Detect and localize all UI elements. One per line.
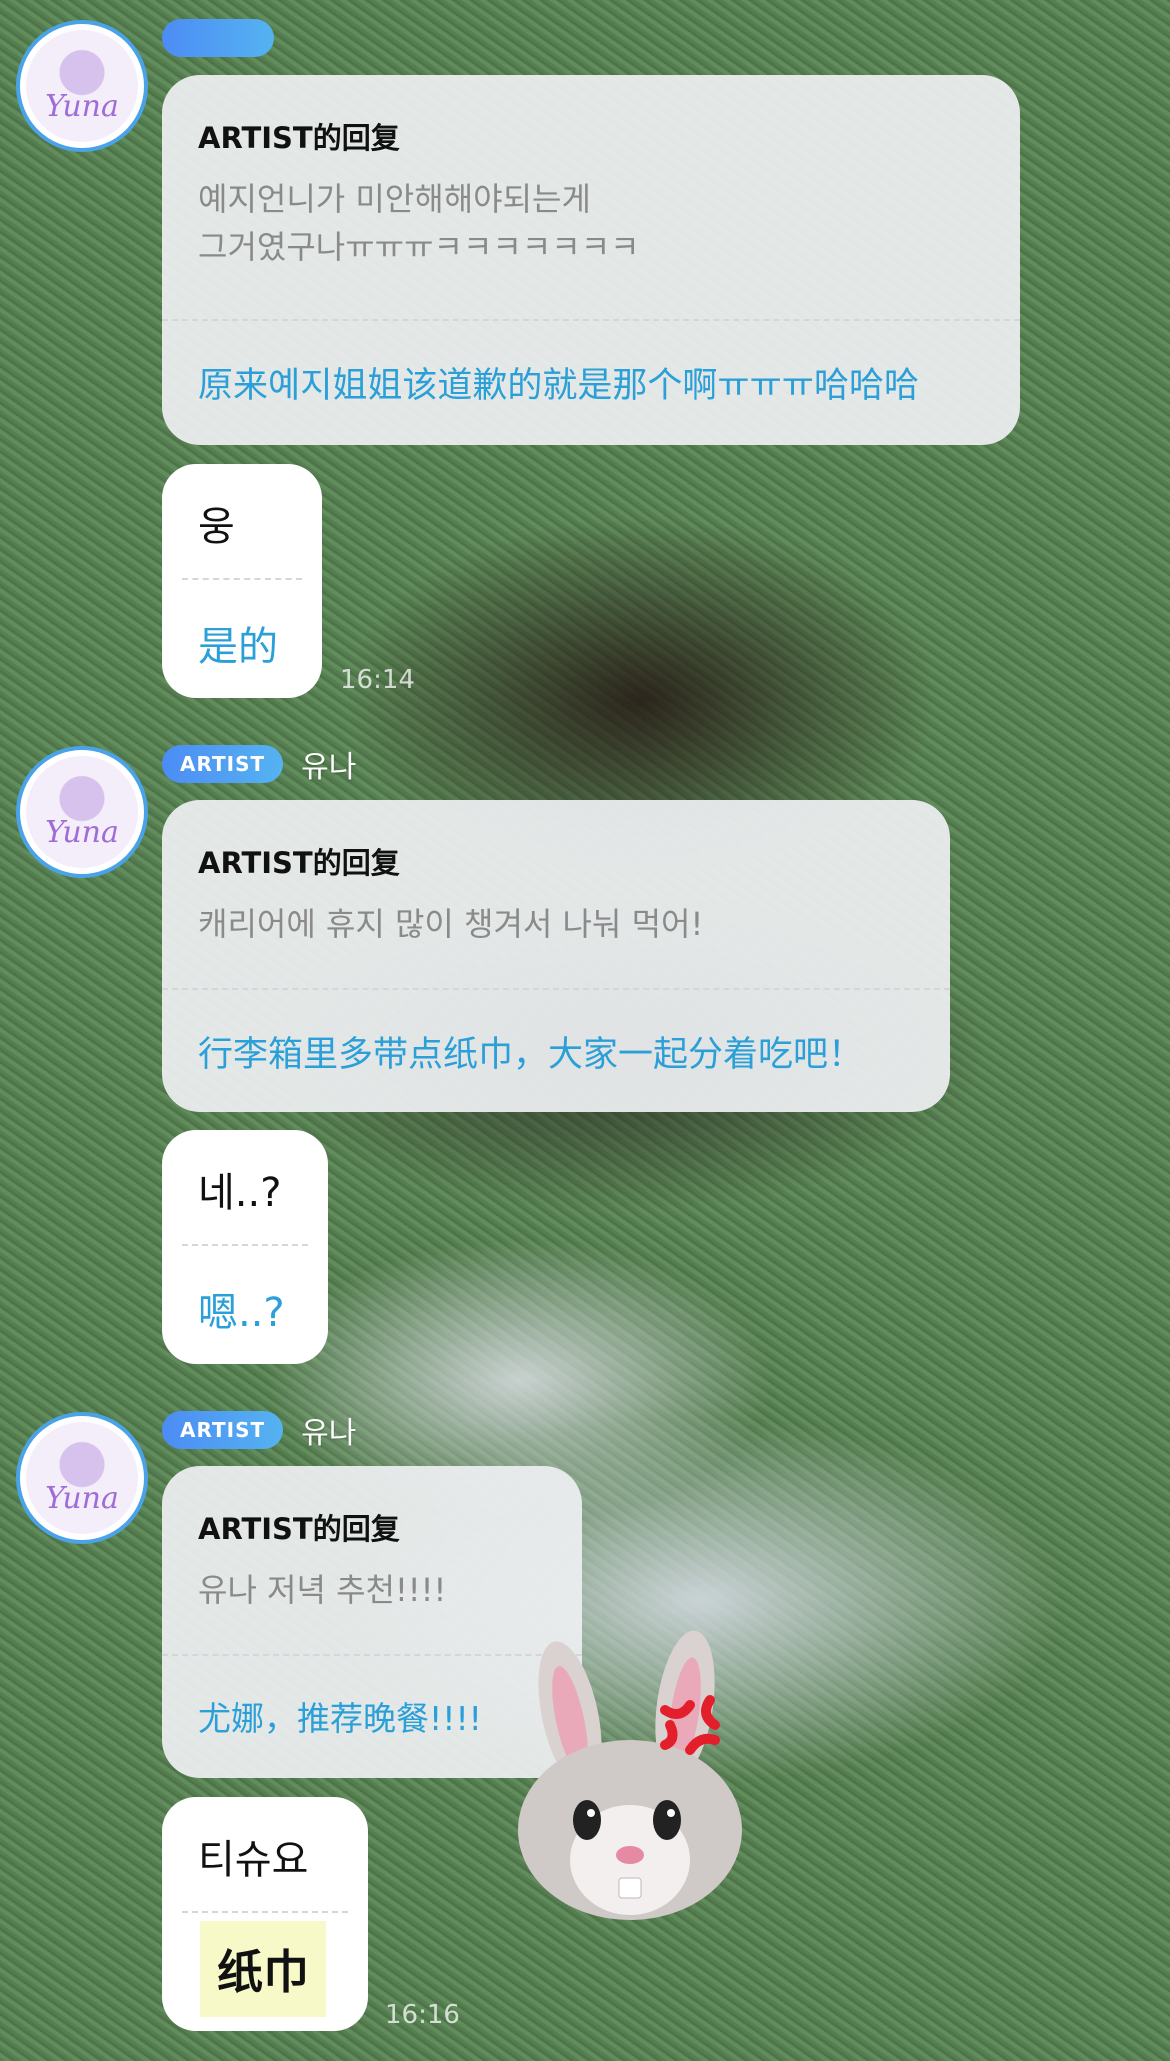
divider <box>182 1911 348 1913</box>
artist-badge: ARTIST <box>162 745 284 783</box>
message-original-text: 웅 <box>198 504 235 550</box>
avatar[interactable]: Yuna <box>16 1412 148 1544</box>
reply-translation-text: 行李箱里多带点纸巾，大家一起分着吃吧！ <box>198 1035 864 1075</box>
reply-translation-text: 尤娜，推荐晚餐!!!! <box>198 1699 482 1738</box>
message-original-text: 티슈요 <box>198 1837 309 1883</box>
message-original-text: 네..? <box>198 1170 282 1216</box>
message-bubble[interactable]: 웅 是的 <box>162 464 322 698</box>
reply-original-text: 유나 저녁 추천!!!! <box>198 1571 447 1609</box>
reply-original-text: 캐리어에 휴지 많이 챙겨서 나눠 먹어! <box>198 905 704 943</box>
message-translation-text: 是的 <box>198 624 278 670</box>
avatar-image: Yuna <box>26 30 138 142</box>
artist-badge <box>162 19 274 57</box>
avatar-image: Yuna <box>26 1422 138 1534</box>
sender-name[interactable]: 유나 <box>301 742 356 786</box>
message-translation-text: 纸巾 <box>200 1921 326 2017</box>
reply-original-text: 예지언니가 미안해해야되는게 그거였구나ㅠㅠㅠㅋㅋㅋㅋㅋㅋㅋ <box>198 180 640 266</box>
message-timestamp: 16:14 <box>340 665 415 695</box>
divider <box>162 319 1020 321</box>
sender-name[interactable]: 유나 <box>301 1408 356 1452</box>
reply-heading: ARTIST的回复 <box>198 846 400 880</box>
sender-row: ARTIST 유나 <box>162 742 356 786</box>
reply-bubble[interactable]: ARTIST的回复 캐리어에 휴지 많이 챙겨서 나눠 먹어! 行李箱里多带点纸… <box>162 800 950 1112</box>
divider <box>182 578 302 580</box>
artist-badge: ARTIST <box>162 1411 284 1449</box>
sender-row <box>162 18 274 58</box>
avatar-image: Yuna <box>26 756 138 868</box>
angry-bunny-sticker-icon[interactable] <box>515 1630 765 1930</box>
message-translation-text: 嗯..? <box>198 1290 285 1336</box>
message-bubble[interactable]: 네..? 嗯..? <box>162 1130 328 1364</box>
reply-heading: ARTIST的回复 <box>198 1512 400 1546</box>
reply-translation-text: 原来예지姐姐该道歉的就是那个啊ㅠㅠㅠ哈哈哈 <box>198 366 920 406</box>
avatar[interactable]: Yuna <box>16 20 148 152</box>
avatar[interactable]: Yuna <box>16 746 148 878</box>
divider <box>162 988 950 990</box>
divider <box>182 1244 308 1246</box>
reply-heading: ARTIST的回复 <box>198 121 400 155</box>
sender-row: ARTIST 유나 <box>162 1408 356 1452</box>
message-bubble[interactable]: 티슈요 纸巾 <box>162 1797 368 2031</box>
reply-bubble[interactable]: ARTIST的回复 예지언니가 미안해해야되는게 그거였구나ㅠㅠㅠㅋㅋㅋㅋㅋㅋㅋ… <box>162 75 1020 445</box>
message-timestamp: 16:16 <box>385 2000 460 2030</box>
